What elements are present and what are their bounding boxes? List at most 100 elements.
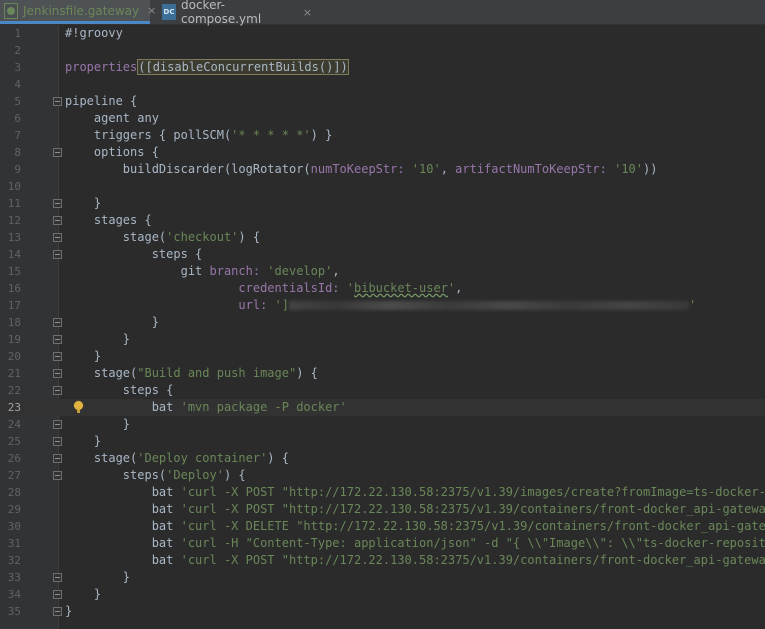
code-string: '10' bbox=[411, 162, 441, 176]
line-number: 29 bbox=[7, 503, 21, 516]
code-text: stage( bbox=[65, 230, 167, 244]
code-line: 12 stages { bbox=[0, 212, 765, 229]
code-text: ([disableConcurrentBuilds()]) bbox=[137, 59, 349, 75]
line-number: 33 bbox=[7, 571, 21, 584]
code-text: bat bbox=[65, 502, 181, 516]
fold-icon[interactable] bbox=[53, 386, 62, 395]
code-line: 11 } bbox=[0, 195, 765, 212]
code-text: } bbox=[65, 349, 102, 363]
line-number: 11 bbox=[7, 197, 21, 210]
line-number: 20 bbox=[7, 350, 21, 363]
fold-icon[interactable] bbox=[53, 97, 62, 106]
code-line: 15 git branch: 'develop', bbox=[0, 263, 765, 280]
code-editor[interactable]: 1 #!groovy 2 3 properties([disableConcurre… bbox=[0, 25, 765, 629]
fold-icon[interactable] bbox=[53, 318, 62, 327]
code-line: 29 bat 'curl -X POST "http://172.22.130.… bbox=[0, 501, 765, 518]
line-number: 34 bbox=[7, 588, 21, 601]
groovy-file-icon bbox=[4, 2, 18, 19]
line-number: 4 bbox=[14, 78, 21, 91]
code-line: 33 } bbox=[0, 569, 765, 586]
code-text: pipeline { bbox=[65, 94, 138, 108]
line-number: 28 bbox=[7, 486, 21, 499]
line-number: 27 bbox=[7, 469, 21, 482]
code-line: 8 options { bbox=[0, 144, 765, 161]
line-number: 23 bbox=[7, 401, 21, 414]
fold-icon[interactable] bbox=[53, 335, 62, 344]
code-line: 25 } bbox=[0, 433, 765, 450]
line-number: 3 bbox=[14, 61, 21, 74]
code-text: bat bbox=[65, 485, 181, 499]
code-text: , bbox=[332, 264, 340, 278]
fold-icon[interactable] bbox=[53, 607, 62, 616]
line-number: 2 bbox=[14, 44, 21, 57]
code-text: ) { bbox=[223, 468, 246, 482]
line-number: 31 bbox=[7, 537, 21, 550]
fold-icon[interactable] bbox=[53, 352, 62, 361]
tab-label: docker-compose.yml bbox=[181, 0, 262, 26]
code-text: } bbox=[65, 434, 102, 448]
code-text: git bbox=[65, 264, 210, 278]
code-text: stages { bbox=[65, 213, 152, 227]
code-text: bat bbox=[65, 519, 181, 533]
line-number: 14 bbox=[7, 248, 21, 261]
line-number: 35 bbox=[7, 605, 21, 618]
code-text: ) { bbox=[267, 451, 289, 465]
code-line: 26 stage('Deploy container') { bbox=[0, 450, 765, 467]
code-text: steps { bbox=[65, 247, 203, 261]
code-string: "Build and push image" bbox=[137, 366, 297, 380]
code-line: 5 pipeline { bbox=[0, 93, 765, 110]
code-line: 19 } bbox=[0, 331, 765, 348]
code-text: , bbox=[440, 162, 456, 176]
code-string: '* * * * *' bbox=[231, 128, 311, 142]
fold-icon[interactable] bbox=[53, 250, 62, 259]
code-line: 20 } bbox=[0, 348, 765, 365]
fold-icon[interactable] bbox=[53, 590, 62, 599]
line-number: 13 bbox=[7, 231, 21, 244]
code-text: bat bbox=[65, 400, 181, 414]
docker-compose-file-icon: DC bbox=[162, 4, 176, 20]
line-number: 21 bbox=[7, 367, 21, 380]
code-line: 6 agent any bbox=[0, 110, 765, 127]
fold-icon[interactable] bbox=[53, 437, 62, 446]
close-icon[interactable]: × bbox=[303, 6, 312, 19]
code-line: 17 url: '] ' bbox=[0, 297, 765, 314]
code-text: buildDiscarder(logRotator( bbox=[65, 162, 311, 176]
fold-icon[interactable] bbox=[53, 454, 62, 463]
code-string: ' bbox=[346, 281, 354, 295]
code-text: options { bbox=[65, 145, 159, 159]
code-text: triggers { pollSCM( bbox=[65, 128, 232, 142]
code-param: artifactNumToKeepStr: bbox=[455, 162, 615, 176]
code-text: , bbox=[455, 281, 463, 295]
code-text: #!groovy bbox=[65, 26, 123, 40]
fold-icon[interactable] bbox=[53, 233, 62, 242]
line-number: 25 bbox=[7, 435, 21, 448]
line-number: 6 bbox=[14, 112, 21, 125]
code-text: } bbox=[65, 604, 73, 618]
code-line: 4 bbox=[0, 76, 765, 93]
fold-icon[interactable] bbox=[53, 369, 62, 378]
code-line: 31 bat 'curl -H "Content-Type: applicati… bbox=[0, 535, 765, 552]
code-line: 30 bat 'curl -X DELETE "http://172.22.13… bbox=[0, 518, 765, 535]
code-line: 24 } bbox=[0, 416, 765, 433]
fold-icon[interactable] bbox=[53, 471, 62, 480]
code-string: bibucket-user bbox=[354, 281, 448, 295]
close-icon[interactable]: × bbox=[147, 4, 156, 17]
fold-icon[interactable] bbox=[53, 216, 62, 225]
line-number: 16 bbox=[7, 282, 21, 295]
line-number: 10 bbox=[7, 180, 21, 193]
code-line: 2 bbox=[0, 42, 765, 59]
tab-label: Jenkinsfile.gateway bbox=[23, 3, 140, 18]
fold-icon[interactable] bbox=[53, 148, 62, 157]
code-text: )) bbox=[643, 162, 658, 176]
code-text: ) { bbox=[296, 366, 318, 380]
code-line: 7 triggers { pollSCM('* * * * *') } bbox=[0, 127, 765, 144]
line-number: 32 bbox=[7, 554, 21, 567]
line-number: 15 bbox=[7, 265, 21, 278]
fold-icon[interactable] bbox=[53, 420, 62, 429]
fold-icon[interactable] bbox=[53, 199, 62, 208]
tab-docker-compose[interactable]: DC docker-compose.yml × bbox=[158, 0, 318, 26]
tab-jenkinsfile-gateway[interactable]: Jenkinsfile.gateway × bbox=[0, 0, 156, 24]
fold-icon[interactable] bbox=[53, 573, 62, 582]
code-string: 'develop' bbox=[267, 264, 333, 278]
